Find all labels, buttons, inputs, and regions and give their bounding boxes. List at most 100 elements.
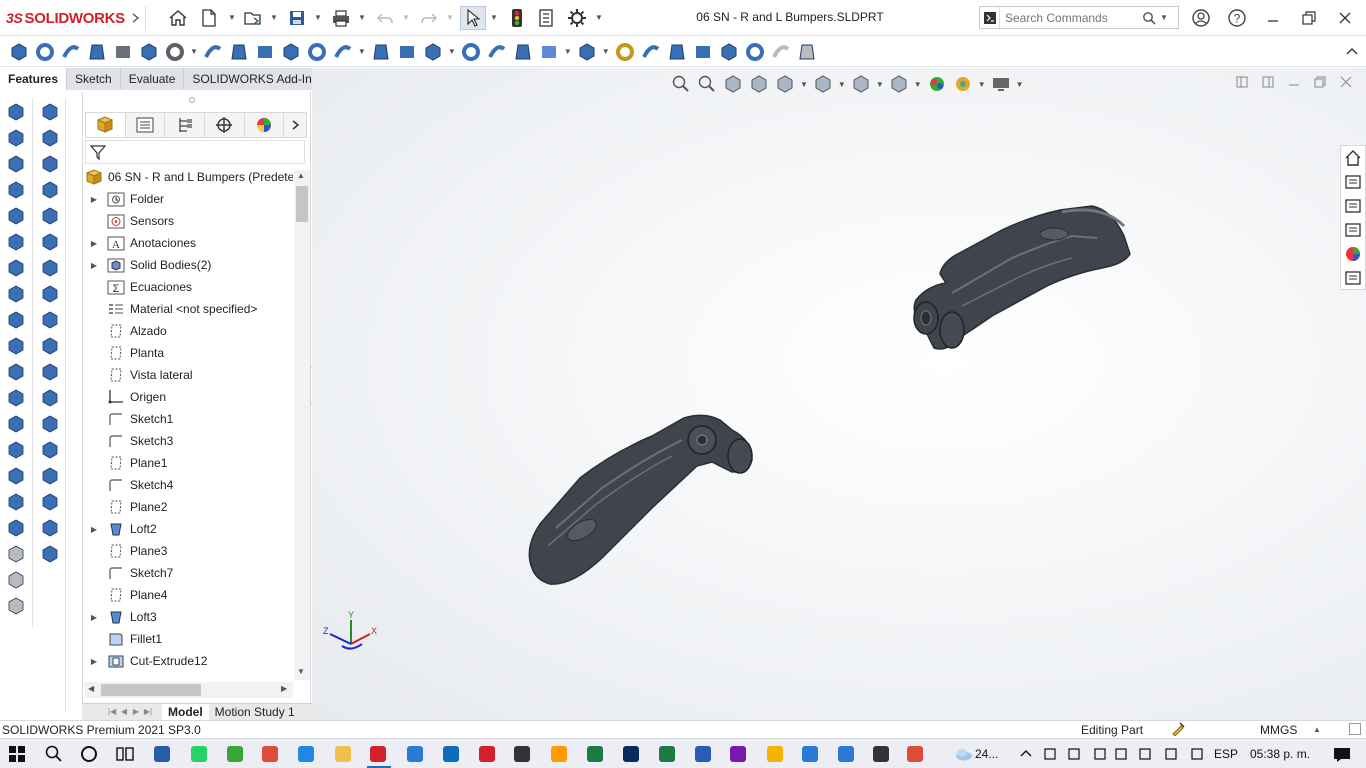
tab-configuration-manager[interactable] (165, 113, 205, 137)
graphics-area[interactable]: Y X Z (312, 68, 1366, 720)
onedrive-icon[interactable] (1138, 747, 1152, 764)
tree-item-cut-extrude12[interactable]: ▶ Cut-Extrude12 (83, 650, 293, 672)
keyboard-app-icon[interactable] (508, 741, 536, 767)
tree-item-loft2[interactable]: ▶ Loft2 (83, 518, 293, 540)
lofted-boss-icon[interactable] (86, 41, 108, 63)
solidworks-logo[interactable]: 3S SOLIDWORKS (6, 8, 125, 28)
edge-icon[interactable] (292, 741, 320, 767)
tree-item-vista-lateral[interactable]: Vista lateral (83, 364, 293, 386)
loft-tool-icon[interactable] (5, 179, 27, 201)
lofted-cut-tool-icon[interactable] (39, 179, 61, 201)
tree-item-plane4[interactable]: Plane4 (83, 584, 293, 606)
undo-dropdown-icon[interactable]: ▼ (402, 13, 410, 22)
rebuild-status-icon[interactable] (1171, 722, 1185, 739)
appearances-scenes-icon[interactable] (1341, 242, 1365, 266)
chrome-icon[interactable] (256, 741, 284, 767)
word-icon[interactable] (689, 741, 717, 767)
view-palette-icon[interactable] (1341, 218, 1365, 242)
select-dropdown-icon[interactable]: ▼ (490, 13, 498, 22)
scroll-thumb[interactable] (296, 186, 308, 222)
viewport-minimize-icon[interactable] (1288, 76, 1300, 91)
expand-arrow-icon[interactable]: ▶ (87, 613, 101, 622)
collapse-ribbon-icon[interactable] (1343, 42, 1361, 60)
file-properties-icon[interactable] (535, 7, 557, 29)
display-style-icon[interactable] (850, 73, 872, 95)
linear-pattern-icon[interactable] (332, 41, 354, 63)
volume-icon[interactable] (1114, 747, 1128, 764)
rib-icon[interactable] (370, 41, 392, 63)
view-orientation-icon[interactable] (812, 73, 834, 95)
search-input[interactable] (1000, 10, 1140, 25)
acrobat-icon[interactable] (473, 741, 501, 767)
swept-cut-icon[interactable] (228, 41, 250, 63)
excel-icon[interactable] (581, 741, 609, 767)
tree-item-ecuaciones[interactable]: Σ Ecuaciones (83, 276, 293, 298)
tree-item-plane1[interactable]: Plane1 (83, 452, 293, 474)
settings-app-icon[interactable] (401, 741, 429, 767)
illustrator-icon[interactable] (545, 741, 573, 767)
hide-show-items-dropdown-icon[interactable]: ▼ (914, 80, 922, 89)
usb-icon[interactable] (1043, 747, 1057, 764)
scale-icon[interactable] (39, 439, 61, 461)
whatsapp-icon[interactable] (185, 741, 213, 767)
tab-feature-tree[interactable] (86, 113, 126, 137)
tabs-more-icon[interactable] (284, 113, 306, 137)
zoom-to-fit-icon[interactable] (670, 73, 692, 95)
hide-show-items-icon[interactable] (888, 73, 910, 95)
prev-tab-icon[interactable]: ◀ (118, 704, 130, 719)
viewport-restore-icon[interactable] (1314, 76, 1326, 91)
search-commands-box[interactable]: ▼ (979, 6, 1179, 29)
wrap-icon[interactable] (460, 41, 482, 63)
flex-icon[interactable] (744, 41, 766, 63)
display-style-dropdown-icon[interactable]: ▼ (876, 80, 884, 89)
language-label[interactable]: ESP (1214, 747, 1238, 761)
delete-face-icon[interactable] (39, 387, 61, 409)
hole-wizard-dropdown-icon[interactable]: ▼ (190, 47, 198, 56)
split-line-icon[interactable] (5, 595, 27, 617)
tree-item-folder[interactable]: ▶ Folder (83, 188, 293, 210)
indent-icon[interactable] (718, 41, 740, 63)
custom-properties-icon[interactable] (1341, 266, 1365, 290)
viewport-close-icon[interactable] (1340, 76, 1352, 91)
tree-item-loft3[interactable]: ▶ Loft3 (83, 606, 293, 628)
scroll-down-icon[interactable]: ▼ (297, 667, 305, 676)
section-view-icon[interactable] (748, 73, 770, 95)
tree-item-origen[interactable]: Origen (83, 386, 293, 408)
hole-tool-icon[interactable] (39, 231, 61, 253)
menu-expand-icon[interactable] (124, 7, 146, 29)
tree-item-alzado[interactable]: Alzado (83, 320, 293, 342)
extruded-boss-icon[interactable] (8, 41, 30, 63)
apply-scene-icon[interactable] (952, 73, 974, 95)
mold-icon[interactable] (5, 543, 27, 565)
help-icon[interactable]: ? (1226, 7, 1248, 29)
show-hidden-icons-icon[interactable] (1020, 747, 1032, 761)
user-account-icon[interactable] (1190, 7, 1212, 29)
lofted-cut-icon[interactable] (254, 41, 276, 63)
draft-tool-icon[interactable] (5, 465, 27, 487)
save-dropdown-icon[interactable]: ▼ (314, 13, 322, 22)
dynamic-annotation-dropdown-icon[interactable]: ▼ (800, 80, 808, 89)
panel-collapse-handle-icon[interactable] (189, 97, 195, 103)
boundary-boss-icon[interactable] (112, 41, 134, 63)
tree-item-solid-bodies-2[interactable]: ▶ Solid Bodies(2) (83, 254, 293, 276)
mirror-icon[interactable] (512, 41, 534, 63)
restore-button[interactable] (1299, 8, 1319, 28)
tree-item-material-not-specified[interactable]: Material <not specified> (83, 298, 293, 320)
extruded-cut-tool-icon[interactable] (39, 101, 61, 123)
dynamic-annotation-icon[interactable] (774, 73, 796, 95)
image-icon[interactable] (796, 41, 818, 63)
boundary-cut-icon[interactable] (280, 41, 302, 63)
move-face-icon[interactable] (39, 413, 61, 435)
tree-item-planta[interactable]: Planta (83, 342, 293, 364)
print-dropdown-icon[interactable]: ▼ (358, 13, 366, 22)
left-bumper-body[interactable] (528, 414, 753, 585)
swept-cut-tool-icon[interactable] (39, 153, 61, 175)
tab-display-manager[interactable] (245, 113, 285, 137)
first-tab-icon[interactable]: |◀ (106, 704, 118, 719)
shape-icon[interactable] (5, 387, 27, 409)
excel-file-icon[interactable] (653, 741, 681, 767)
shell-tool-icon[interactable] (39, 309, 61, 331)
calculator-icon[interactable] (148, 741, 176, 767)
expand-arrow-icon[interactable]: ▶ (87, 195, 101, 204)
expand-arrow-icon[interactable]: ▶ (87, 239, 101, 248)
